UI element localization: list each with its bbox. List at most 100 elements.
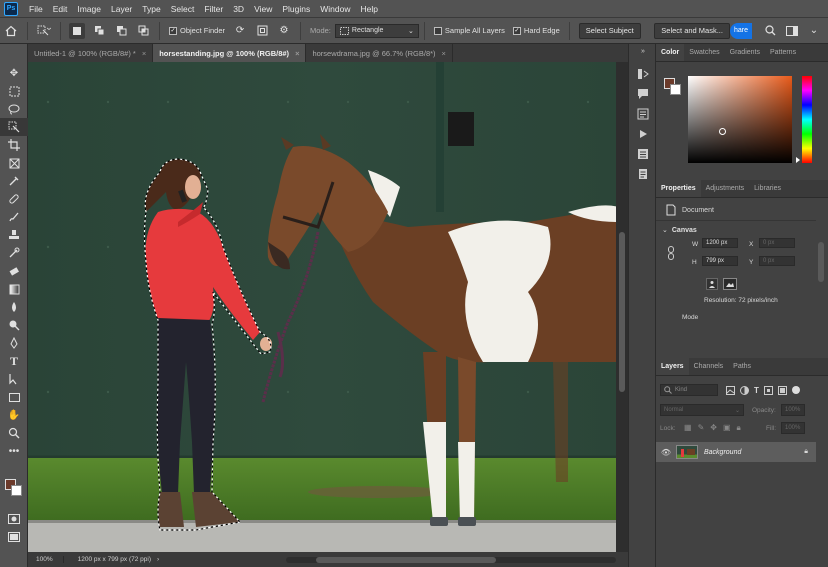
gradient-tool-icon[interactable] [0,280,28,298]
close-icon[interactable]: × [442,49,446,58]
tab-adjustments[interactable]: Adjustments [701,180,750,197]
history-icon[interactable] [629,64,657,84]
document-canvas[interactable] [28,62,616,552]
marquee-tool-icon[interactable] [0,82,28,100]
color-field[interactable] [688,76,792,163]
quick-mask-icon[interactable] [8,514,20,526]
chevron-down-icon[interactable]: ⌄ [662,226,668,234]
select-subject-button[interactable]: Select Subject [578,22,641,39]
layer-filter-select[interactable]: Kind [660,384,718,396]
workspace-icon[interactable] [784,23,800,39]
eyedropper-tool-icon[interactable] [0,172,28,190]
dodge-tool-icon[interactable] [0,316,28,334]
layer-name[interactable]: Background [704,449,804,456]
intersect-selection-icon[interactable] [135,23,151,39]
menu-select[interactable]: Select [166,0,200,18]
scrollbar-thumb[interactable] [619,232,625,392]
type-tool-icon[interactable]: T [0,352,28,370]
blend-mode-select[interactable]: Normal ⌄ [660,404,744,416]
new-selection-icon[interactable] [69,22,85,39]
tab-horsestanding[interactable]: horsestanding.jpg @ 100% (RGB/8#) × [153,44,307,62]
menu-window[interactable]: Window [315,0,355,18]
color-picker-cursor[interactable] [719,128,726,135]
background-color-swatch[interactable] [11,485,22,496]
lock-all-icon[interactable]: 🔒︎ [737,423,741,433]
eraser-tool-icon[interactable] [0,262,28,280]
tab-gradients[interactable]: Gradients [725,44,765,61]
lasso-tool-icon[interactable] [0,100,28,118]
tab-horsewdrama[interactable]: horsewdrama.jpg @ 66.7% (RGB/8*) × [306,44,453,62]
gear-icon[interactable]: ⚙ [276,23,292,39]
chevron-right-icon[interactable]: › [157,556,159,563]
menu-help[interactable]: Help [355,0,382,18]
tab-channels[interactable]: Channels [689,358,729,375]
more-tools-icon[interactable]: ••• [0,442,28,460]
menu-edit[interactable]: Edit [48,0,73,18]
tab-libraries[interactable]: Libraries [749,180,786,197]
menu-image[interactable]: Image [72,0,106,18]
object-finder-checkbox[interactable]: ✓ Object Finder [169,26,225,35]
pen-tool-icon[interactable] [0,334,28,352]
collapse-panels-icon[interactable]: » [629,44,657,58]
scrollbar-thumb[interactable] [316,556,496,563]
shape-layer-filter-icon[interactable] [763,386,773,395]
glyphs-icon[interactable] [629,144,657,164]
tab-untitled-1[interactable]: Untitled-1 @ 100% (RGB/8#) * × [28,44,154,62]
sample-all-layers-checkbox[interactable]: Sample All Layers [433,26,505,35]
portrait-orientation-icon[interactable] [706,278,718,290]
height-field[interactable]: 799 px [702,256,738,266]
eye-icon[interactable]: 👁︎ [656,448,676,457]
filter-toggle-icon[interactable] [791,386,800,394]
actions-icon[interactable] [629,124,657,144]
home-icon[interactable] [3,23,19,39]
tab-properties[interactable]: Properties [656,180,701,197]
brush-tool-icon[interactable] [0,208,28,226]
move-tool-icon[interactable]: ✥ [0,64,28,82]
menu-plugins[interactable]: Plugins [277,0,315,18]
rectangle-tool-icon[interactable] [0,388,28,406]
info-icon[interactable] [629,104,657,124]
hard-edge-checkbox[interactable]: ✓ Hard Edge [512,26,560,35]
healing-brush-tool-icon[interactable] [0,190,28,208]
landscape-orientation-icon[interactable] [723,278,737,290]
search-icon[interactable] [762,23,778,39]
show-all-objects-icon[interactable] [254,23,270,39]
screen-mode-icon[interactable] [8,532,20,544]
zoom-tool-icon[interactable] [0,424,28,442]
lock-artboard-icon[interactable]: ▣ [723,423,731,433]
menu-view[interactable]: View [249,0,277,18]
close-icon[interactable]: × [295,49,299,58]
subtract-from-selection-icon[interactable] [113,23,129,39]
menu-filter[interactable]: Filter [199,0,228,18]
pixel-layer-filter-icon[interactable] [726,386,735,395]
hue-slider-marker[interactable] [796,157,800,163]
comments-icon[interactable] [629,84,657,104]
fill-field[interactable]: 100% [781,422,805,434]
tab-swatches[interactable]: Swatches [684,44,724,61]
menu-type[interactable]: Type [137,0,165,18]
document-info[interactable]: 1200 px x 799 px (72 ppi) [64,556,151,563]
type-layer-filter-icon[interactable]: T [754,386,759,395]
properties-scrollbar[interactable] [818,242,824,282]
width-field[interactable]: 1200 px [702,238,738,248]
crop-tool-icon[interactable] [0,136,28,154]
tab-layers[interactable]: Layers [656,358,689,375]
tab-paths[interactable]: Paths [728,358,756,375]
lock-transparent-pixels-icon[interactable]: ▦ [684,423,692,433]
tab-patterns[interactable]: Patterns [765,44,801,61]
hand-tool-icon[interactable]: ✋ [0,406,28,424]
notes-icon[interactable] [629,164,657,184]
select-and-mask-button[interactable]: Select and Mask... [654,22,730,39]
smart-object-filter-icon[interactable] [777,386,787,395]
object-selection-tool-preset-icon[interactable] [36,23,52,39]
y-field[interactable]: 0 px [759,256,795,266]
horizontal-scrollbar[interactable] [286,556,616,563]
adjustment-layer-filter-icon[interactable] [740,386,749,395]
share-button[interactable]: hare [729,22,752,39]
path-selection-tool-icon[interactable] [0,370,28,388]
menu-3d[interactable]: 3D [228,0,249,18]
lock-position-icon[interactable]: ✥ [710,423,717,433]
refresh-icon[interactable]: ⟳ [232,23,248,39]
close-icon[interactable]: × [142,49,146,58]
menu-file[interactable]: File [24,0,48,18]
